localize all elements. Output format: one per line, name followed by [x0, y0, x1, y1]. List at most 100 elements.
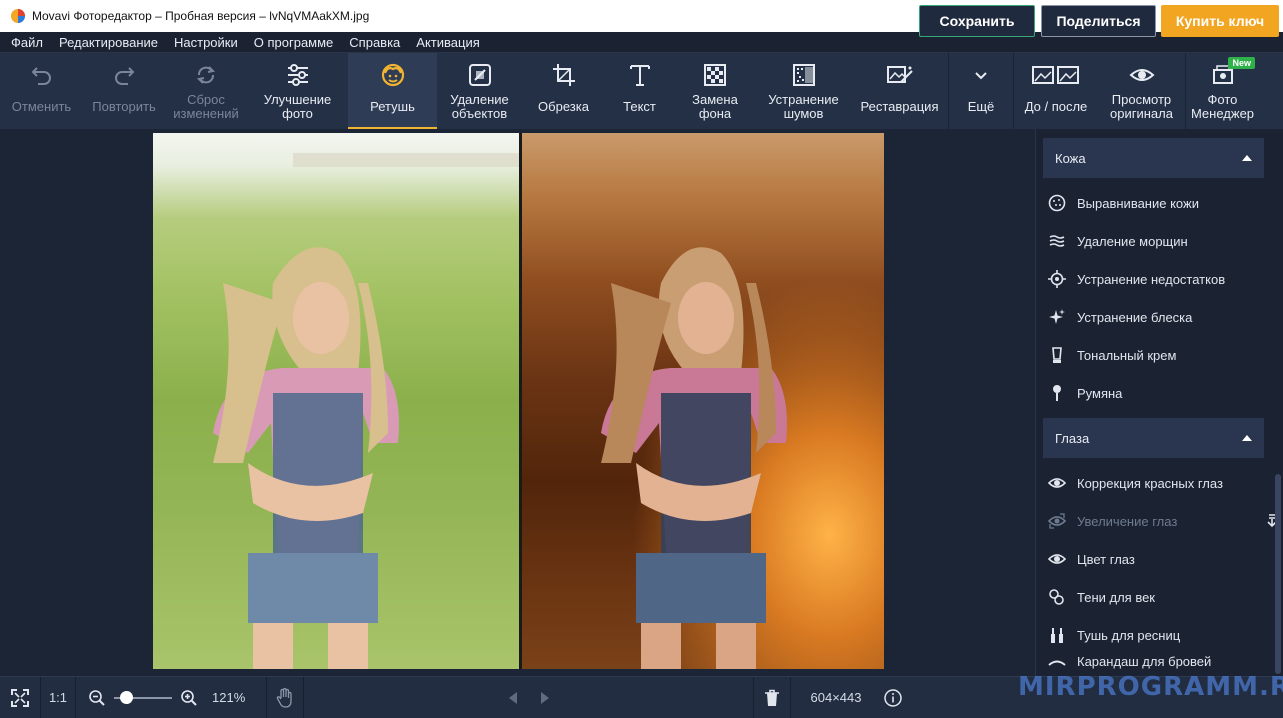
zoom-level: 121% — [212, 690, 246, 705]
before-after-icon — [1032, 66, 1079, 84]
retouch-tab[interactable]: Ретушь — [348, 53, 437, 129]
menu-about[interactable]: О программе — [246, 35, 342, 50]
eye-icon — [1048, 478, 1066, 488]
text-label: Текст — [623, 99, 656, 114]
save-button[interactable]: Сохранить — [919, 5, 1035, 37]
skin-smooth-icon — [1048, 194, 1066, 212]
trash-icon — [765, 689, 779, 706]
mascara-icon — [1051, 628, 1063, 643]
panel-scrollbar[interactable] — [1275, 474, 1281, 674]
skin-section-header[interactable]: Кожа — [1043, 138, 1264, 178]
sliders-icon — [287, 64, 308, 86]
crop-label: Обрезка — [538, 99, 589, 114]
eye-icon — [1048, 554, 1066, 564]
zoom-in-icon[interactable] — [180, 689, 198, 707]
enhance-photo-button[interactable]: Улучшение фото — [247, 53, 348, 129]
restoration-button[interactable]: Реставрация — [851, 53, 948, 129]
red-eye-correction-item[interactable]: Коррекция красных глаз — [1047, 464, 1267, 502]
eyes-item-label: Карандаш для бровей — [1077, 654, 1212, 669]
before-after-button[interactable]: До / после — [1014, 53, 1098, 129]
dimensions-label: 604×443 — [810, 690, 862, 705]
menu-help[interactable]: Справка — [341, 35, 408, 50]
next-image-icon[interactable] — [538, 691, 552, 705]
foundation-item[interactable]: Тональный крем — [1047, 336, 1267, 374]
fit-screen-button[interactable] — [0, 677, 40, 718]
actual-size-button[interactable]: 1:1 — [41, 677, 75, 718]
enhance-label-1: Улучшение — [263, 92, 332, 107]
shine-removal-item[interactable]: Устранение блеска — [1047, 298, 1267, 336]
menu-edit[interactable]: Редактирование — [51, 35, 166, 50]
eyes-section-header[interactable]: Глаза — [1043, 418, 1264, 458]
eyes-section-title: Глаза — [1055, 430, 1090, 446]
reset-label-2: изменений — [173, 106, 239, 121]
enhance-label-2: фото — [282, 106, 313, 121]
wrinkle-icon — [1049, 235, 1065, 247]
photo-before — [153, 133, 520, 669]
delete-button[interactable] — [754, 677, 790, 718]
eyes-item-label: Коррекция красных глаз — [1077, 475, 1223, 491]
retouch-panel: Кожа Выравнивание кожи Удаление морщин У… — [1035, 129, 1283, 676]
menu-settings[interactable]: Настройки — [166, 35, 246, 50]
eyeshadow-item[interactable]: Тени для век — [1047, 578, 1267, 616]
redo-button[interactable]: Повторить — [83, 53, 165, 129]
eye-color-item[interactable]: Цвет глаз — [1047, 540, 1267, 578]
remove-objects-button[interactable]: Удаление объектов — [437, 53, 522, 129]
denoise-button[interactable]: Устранение шумов — [756, 53, 851, 129]
share-button[interactable]: Поделиться — [1041, 5, 1156, 37]
restore-label: Реставрация — [860, 99, 939, 114]
retouch-label: Ретушь — [370, 99, 415, 114]
previous-image-icon[interactable] — [506, 691, 520, 705]
before-after-label: До / после — [1024, 99, 1088, 114]
more-button[interactable]: Ещё — [949, 53, 1013, 129]
reset-icon — [196, 66, 216, 84]
photo-after — [521, 133, 884, 669]
eraser-icon — [468, 64, 491, 86]
zoom-controls: 121% — [76, 677, 266, 718]
skin-smoothing-item[interactable]: Выравнивание кожи — [1047, 184, 1267, 222]
photo-mgr-label-2: Менеджер — [1190, 106, 1255, 121]
noise-label-2: шумов — [783, 106, 824, 121]
status-bar: 1:1 121% 604×443 — [0, 676, 1283, 718]
eye-enlarge-item[interactable]: Увеличение глаз — [1047, 502, 1277, 540]
fullscreen-icon — [11, 688, 29, 707]
skin-item-label: Румяна — [1077, 385, 1123, 401]
actual-size-label: 1:1 — [48, 690, 68, 705]
eyes-item-label: Тени для век — [1077, 589, 1155, 605]
menu-file[interactable]: Файл — [3, 35, 51, 50]
crop-button[interactable]: Обрезка — [522, 53, 605, 129]
face-retouch-icon — [381, 63, 404, 87]
image-canvas[interactable] — [0, 129, 1035, 676]
view-orig-label-2: оригинала — [1110, 106, 1173, 121]
buy-key-button[interactable]: Купить ключ — [1161, 5, 1279, 37]
menu-activation[interactable]: Активация — [408, 35, 487, 50]
zoom-slider-thumb[interactable] — [120, 690, 133, 704]
eyes-item-label: Цвет глаз — [1077, 551, 1135, 567]
eyes-item-label: Увеличение глаз — [1077, 513, 1178, 529]
zoom-slider[interactable] — [114, 690, 172, 704]
info-button[interactable] — [881, 677, 905, 718]
view-original-button[interactable]: Просмотр оригинала — [1098, 53, 1185, 129]
restoration-wand-icon — [886, 66, 913, 83]
reset-changes-button[interactable]: Сброс изменений — [165, 53, 247, 129]
blush-brush-icon — [1053, 385, 1061, 401]
undo-button[interactable]: Отменить — [0, 53, 83, 129]
wrinkle-removal-item[interactable]: Удаление морщин — [1047, 222, 1267, 260]
eyebrow-pencil-item[interactable]: Карандаш для бровей — [1047, 654, 1267, 676]
skin-item-label: Устранение недостатков — [1077, 271, 1226, 287]
info-icon — [884, 688, 902, 707]
photo-mgr-label-1: Фото — [1207, 92, 1238, 107]
pan-tool-button[interactable] — [267, 677, 303, 718]
skin-section-title: Кожа — [1055, 150, 1086, 166]
hand-icon — [276, 687, 292, 708]
photo-manager-button[interactable]: New Фото Менеджер — [1186, 53, 1259, 129]
text-button[interactable]: Текст — [605, 53, 674, 129]
noise-icon — [792, 64, 815, 86]
before-after-splitter[interactable] — [519, 133, 522, 669]
undo-label: Отменить — [11, 99, 72, 114]
replace-background-button[interactable]: Замена фона — [674, 53, 756, 129]
blemish-removal-item[interactable]: Устранение недостатков — [1047, 260, 1267, 298]
mascara-item[interactable]: Тушь для ресниц — [1047, 616, 1267, 654]
blush-item[interactable]: Румяна — [1047, 374, 1267, 412]
zoom-out-icon[interactable] — [88, 689, 106, 707]
skin-item-label: Удаление морщин — [1077, 233, 1188, 249]
